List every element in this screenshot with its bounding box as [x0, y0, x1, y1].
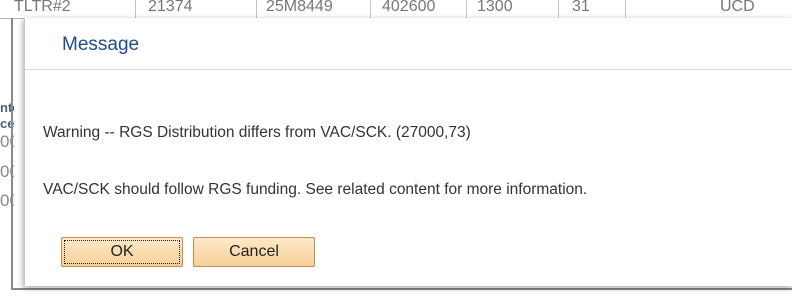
bg-cell: 1300: [477, 0, 513, 15]
bg-separator: [256, 0, 257, 18]
bg-separator: [466, 0, 467, 18]
bg-cell: 402600: [382, 0, 436, 15]
bg-separator: [135, 0, 136, 18]
bg-cell: TLTR#2: [14, 0, 71, 15]
ok-button[interactable]: OK: [61, 237, 183, 267]
info-message: VAC/SCK should follow RGS funding. See r…: [43, 181, 588, 198]
cancel-button[interactable]: Cancel: [193, 237, 315, 267]
bg-cell: 25M8449: [266, 0, 333, 15]
bg-separator: [558, 0, 559, 18]
page-frame-left: [11, 18, 13, 290]
bg-cell: UCD: [720, 0, 755, 15]
background-table-row: TLTR#2 21374 25M8449 402600 1300 31 UCD: [0, 0, 792, 19]
message-dialog: Message Warning -- RGS Distribution diff…: [24, 18, 792, 286]
bg-cell: 31: [572, 0, 590, 15]
warning-message: Warning -- RGS Distribution differs from…: [43, 124, 471, 141]
title-divider: [25, 69, 792, 70]
bg-separator: [370, 0, 371, 18]
bg-cell: 21374: [148, 0, 193, 15]
page-frame-bottom: [11, 288, 792, 290]
dialog-title: Message: [62, 34, 140, 55]
bg-separator: [625, 0, 626, 18]
